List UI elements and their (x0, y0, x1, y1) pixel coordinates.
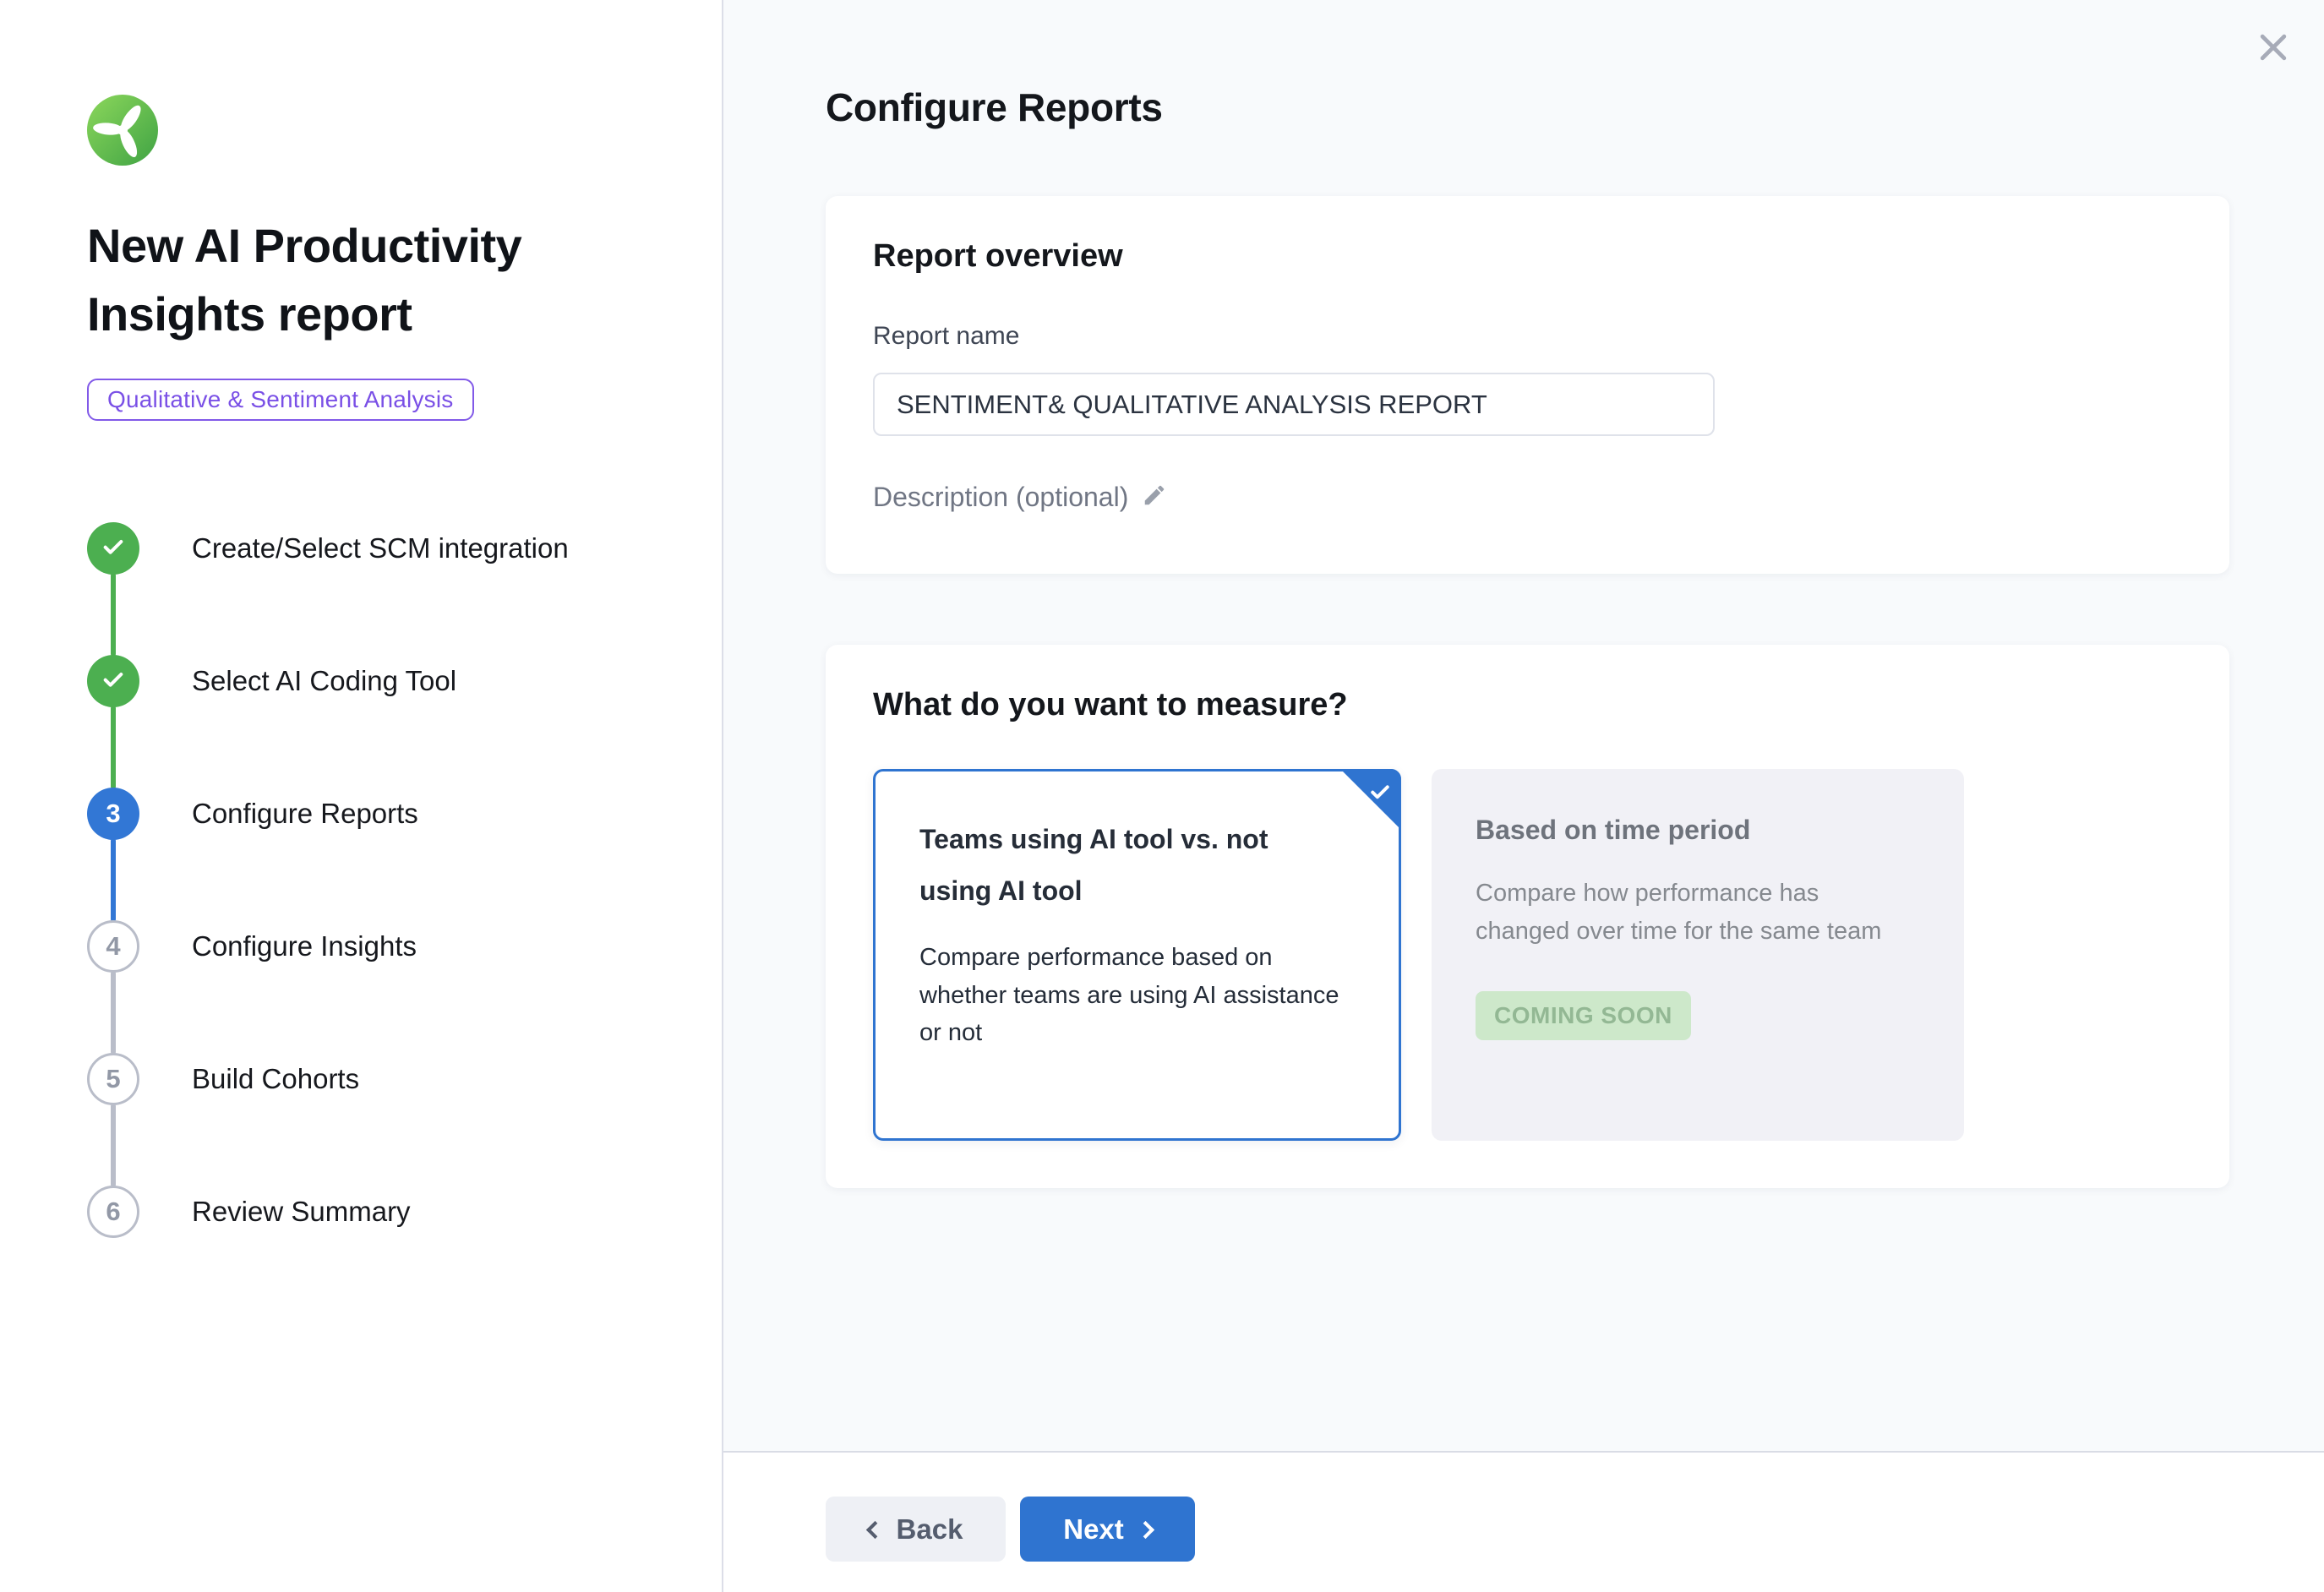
measure-options: Teams using AI tool vs. not using AI too… (873, 769, 2182, 1141)
report-name-label: Report name (873, 322, 2182, 351)
next-button-label: Next (1063, 1513, 1124, 1546)
step-create-select-scm-integration[interactable]: Create/Select SCM integration (87, 522, 688, 655)
step-connector (111, 1104, 116, 1187)
step-connector (111, 573, 116, 657)
wizard-footer: Back Next (723, 1451, 2324, 1592)
step-label: Configure Reports (192, 788, 418, 840)
check-icon (1367, 779, 1393, 809)
chevron-left-icon (865, 1521, 883, 1539)
step-label: Build Cohorts (192, 1053, 359, 1105)
option-description: Compare performance based on whether tea… (919, 939, 1342, 1053)
option-time-period-disabled: Based on time period Compare how perform… (1432, 769, 1964, 1141)
step-5-upcoming-circle: 5 (87, 1053, 139, 1105)
step-label: Create/Select SCM integration (192, 522, 569, 575)
option-description: Compare how performance has changed over… (1476, 875, 1898, 951)
report-overview-heading: Report overview (873, 238, 2182, 275)
option-title: Teams using AI tool vs. not using AI too… (919, 814, 1325, 917)
description-row[interactable]: Description (optional) (873, 482, 2182, 513)
edit-pencil-icon[interactable] (1142, 483, 1167, 512)
step-label: Configure Insights (192, 920, 417, 973)
back-button-label: Back (897, 1513, 963, 1546)
step-configure-insights[interactable]: 4 Configure Insights (87, 920, 688, 1053)
step-label: Review Summary (192, 1186, 411, 1238)
step-label: Select AI Coding Tool (192, 655, 456, 707)
configure-reports-panel: Configure Reports Report overview Report… (723, 0, 2324, 1592)
back-button[interactable]: Back (826, 1497, 1006, 1562)
report-overview-card: Report overview Report name Description … (826, 196, 2229, 574)
step-select-ai-coding-tool[interactable]: Select AI Coding Tool (87, 655, 688, 788)
step-1-complete-circle (87, 522, 139, 575)
step-connector (111, 971, 116, 1055)
step-3-current-circle: 3 (87, 788, 139, 840)
step-2-complete-circle (87, 655, 139, 707)
app-logo-propeller-icon (87, 95, 158, 166)
description-label: Description (optional) (873, 482, 1128, 513)
step-review-summary[interactable]: 6 Review Summary (87, 1186, 688, 1238)
report-type-badge: Qualitative & Sentiment Analysis (87, 379, 474, 421)
step-configure-reports[interactable]: 3 Configure Reports (87, 788, 688, 920)
wizard-sidebar: New AI Productivity Insights report Qual… (0, 0, 723, 1592)
check-icon (100, 533, 127, 564)
step-number: 6 (106, 1197, 120, 1227)
option-title: Based on time period (1476, 811, 1881, 849)
step-number: 5 (106, 1064, 120, 1094)
coming-soon-badge: COMING SOON (1476, 991, 1691, 1040)
page-title: Configure Reports (826, 0, 2229, 130)
measure-heading: What do you want to measure? (873, 687, 2182, 723)
wizard-stepper: Create/Select SCM integration Select AI … (87, 522, 688, 1238)
step-build-cohorts[interactable]: 5 Build Cohorts (87, 1053, 688, 1186)
chevron-right-icon (1137, 1521, 1154, 1539)
wizard-title: New AI Productivity Insights report (87, 211, 636, 348)
step-number: 3 (106, 799, 120, 829)
panel-content: Configure Reports Report overview Report… (723, 0, 2324, 1451)
step-number: 4 (106, 931, 120, 962)
close-icon[interactable] (2251, 25, 2295, 69)
step-connector (111, 838, 116, 922)
next-button[interactable]: Next (1020, 1497, 1195, 1562)
step-6-upcoming-circle: 6 (87, 1186, 139, 1238)
option-teams-vs-not-selected[interactable]: Teams using AI tool vs. not using AI too… (873, 769, 1401, 1141)
step-4-upcoming-circle: 4 (87, 920, 139, 973)
check-icon (100, 666, 127, 697)
report-name-input[interactable] (873, 373, 1715, 436)
measure-card: What do you want to measure? Teams using… (826, 645, 2229, 1188)
step-connector (111, 706, 116, 789)
